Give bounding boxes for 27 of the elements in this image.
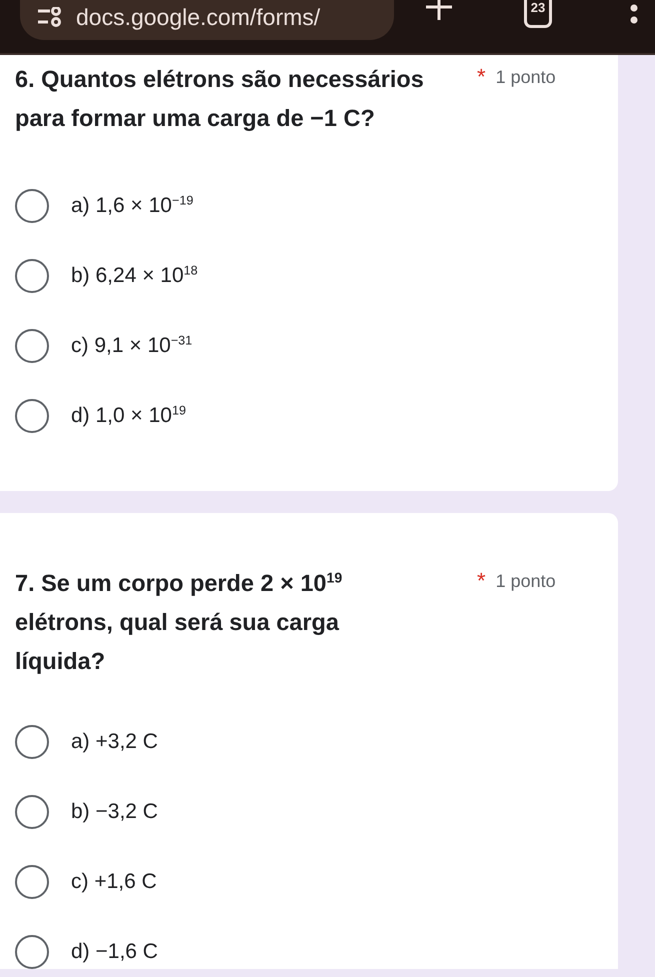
address-bar[interactable]: docs.google.com/forms/	[20, 0, 394, 40]
option-label[interactable]: d) −1,6 C	[71, 940, 158, 964]
tab-count-button[interactable]: 23	[524, 0, 552, 28]
radio-button[interactable]	[15, 724, 49, 758]
url-text: docs.google.com/forms/	[76, 4, 320, 30]
radio-button[interactable]	[15, 398, 49, 432]
points-label: 1 ponto	[496, 570, 556, 593]
required-asterisk: *	[477, 63, 486, 91]
option-label[interactable]: a) 1,6 × 10$^{−19}$	[71, 194, 194, 218]
tune-icon[interactable]	[38, 7, 64, 27]
option-label[interactable]: a) +3,2 C	[71, 730, 158, 754]
new-tab-icon[interactable]	[426, 0, 452, 20]
option-label[interactable]: b) 6,24 × 10$^{18}$	[71, 264, 198, 288]
radio-button[interactable]	[15, 328, 49, 362]
option-label[interactable]: d) 1,0 × 10$^{19}$	[71, 404, 186, 428]
radio-button[interactable]	[15, 188, 49, 222]
option-label[interactable]: c) +1,6 C	[71, 870, 157, 894]
radio-button[interactable]	[15, 794, 49, 828]
question-title: 6. Quantos elétrons são necessários para formar uma carga de −1 C?	[15, 65, 425, 133]
question-title: 7. Se um corpo perde 2 × 10$^{19}$ elétrons, qual será sua carga líquida?	[15, 568, 344, 676]
option-label[interactable]: b) −3,2 C	[71, 800, 158, 824]
required-asterisk: *	[477, 567, 486, 595]
radio-button[interactable]	[15, 864, 49, 898]
radio-button[interactable]	[15, 258, 49, 292]
option-label[interactable]: c) 9,1 × 10$^{−31}$	[71, 334, 192, 358]
points-label: 1 ponto	[496, 66, 556, 89]
radio-button[interactable]	[15, 934, 49, 968]
